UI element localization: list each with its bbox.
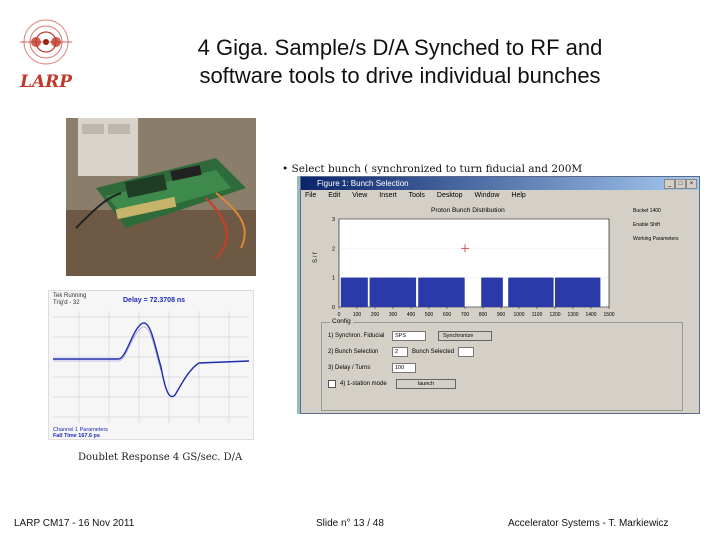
bunch-bar [365, 277, 368, 307]
x-tick-label: 1100 [532, 312, 543, 318]
row2-label: 2) Bunch Selection [328, 349, 379, 355]
delay-field[interactable]: 100 [392, 363, 416, 373]
title-line-1: 4 Giga. Sample/s D/A Synched to RF and [197, 35, 603, 60]
bullet-text: • Select bunch ( synchronized to turn fi… [282, 163, 582, 175]
menu-file[interactable]: File [305, 192, 316, 199]
menu-view[interactable]: View [352, 192, 367, 199]
slide-title: 4 Giga. Sample/s D/A Synched to RF and s… [120, 34, 680, 90]
oscilloscope-capture: Tek Running Trig'd - 32 Delay = 72.3708 … [48, 290, 254, 440]
config-panel: Config 1) Synchron. Fiducial SPS Synchro… [321, 318, 683, 411]
station-checkbox[interactable] [328, 380, 336, 388]
scope-caption: Doublet Response 4 GS/sec. D/A [78, 452, 243, 463]
circuit-board-photo-icon [66, 118, 256, 276]
scope-trace [53, 311, 250, 423]
row4-label: 4) 1-station mode [340, 381, 387, 387]
bunch-bar [500, 277, 503, 307]
x-tick-label: 100 [353, 312, 362, 318]
bunch-selected-field[interactable] [458, 347, 475, 357]
larp-logo: LARP [12, 10, 80, 96]
x-tick-label: 900 [497, 312, 506, 318]
window-titlebar: Figure 1: Bunch Selection _ □ × [301, 177, 699, 190]
side-line-2: Enable Shift [633, 222, 660, 228]
title-line-2: software tools to drive individual bunch… [199, 63, 601, 88]
logo-text: LARP [20, 72, 73, 92]
menu-edit[interactable]: Edit [328, 192, 340, 199]
bunch-bar [551, 277, 554, 307]
footer-right: Accelerator Systems - T. Markiewicz [508, 518, 669, 529]
close-button[interactable]: × [686, 179, 697, 189]
fiducial-select[interactable]: SPS [392, 331, 426, 341]
x-tick-label: 600 [443, 312, 452, 318]
minimize-button[interactable]: _ [664, 179, 675, 189]
footer-center: Slide n° 13 / 48 [316, 518, 384, 529]
menu-help[interactable]: Help [511, 192, 525, 199]
y-tick-label: 2 [332, 246, 335, 252]
y-tick-label: 3 [332, 217, 335, 223]
x-tick-label: 1200 [549, 312, 560, 318]
scope-status: Tek Running [53, 293, 87, 299]
bunch-bar [413, 277, 417, 307]
menu-desktop[interactable]: Desktop [437, 192, 463, 199]
scope-delay: Delay = 72.3708 ns [123, 297, 186, 304]
matlab-window: Figure 1: Bunch Selection _ □ × File Edi… [300, 176, 700, 414]
bunch-selection-select[interactable]: 2 [392, 347, 408, 357]
x-tick-label: 500 [425, 312, 434, 318]
row2-label2: Bunch Selected [412, 349, 455, 355]
hardware-photo [66, 118, 256, 276]
window-title: Figure 1: Bunch Selection [317, 179, 409, 188]
launch-button[interactable]: launch [396, 379, 456, 389]
x-tick-label: 300 [389, 312, 398, 318]
row-synchron: 1) Synchron. Fiducial SPS Synchronize [328, 331, 492, 341]
scope-fall-time: Fall Time 167.6 ps [53, 433, 100, 439]
row-bunch-selection: 2) Bunch Selection 2 Bunch Selected [328, 347, 475, 357]
menu-tools[interactable]: Tools [409, 192, 425, 199]
side-info-box: Bucket 1400 Enable Shift Working Paramet… [633, 207, 691, 257]
x-tick-label: 400 [407, 312, 416, 318]
footer-left: LARP CM17 - 16 Nov 2011 [14, 518, 135, 529]
x-tick-label: 1300 [567, 312, 578, 318]
row-station-mode: 4) 1-station mode launch [328, 379, 456, 389]
x-tick-label: 1500 [603, 312, 614, 318]
synchronize-button[interactable]: Synchronize [438, 331, 492, 341]
row3-label: 3) Delay / Turns [328, 365, 371, 371]
side-line-3: Working Parameters [633, 236, 679, 242]
x-tick-label: 800 [479, 312, 488, 318]
y-axis-label: S / f [313, 252, 319, 263]
x-tick-label: 1000 [513, 312, 524, 318]
menu-bar: File Edit View Insert Tools Desktop Wind… [301, 190, 699, 201]
x-tick-label: 1400 [585, 312, 596, 318]
bunch-bar [598, 277, 601, 307]
y-tick-label: 0 [332, 305, 335, 311]
row1-label: 1) Synchron. Fiducial [328, 333, 385, 339]
bunch-distribution-chart: S / f 0123 0 100 200 300 400 500 600 700 800 900 1… [313, 217, 615, 318]
x-tick-label: 200 [371, 312, 380, 318]
config-panel-label: Config [330, 318, 353, 325]
menu-insert[interactable]: Insert [379, 192, 397, 199]
y-tick-label: 1 [332, 276, 335, 282]
x-tick-label: 700 [461, 312, 470, 318]
maximize-button[interactable]: □ [675, 179, 686, 189]
side-line-1: Bucket 1400 [633, 208, 661, 214]
row-delay: 3) Delay / Turns 100 [328, 363, 416, 373]
bunch-bar [462, 277, 465, 307]
menu-window[interactable]: Window [475, 192, 500, 199]
scope-sub: Trig'd - 32 [53, 300, 80, 306]
